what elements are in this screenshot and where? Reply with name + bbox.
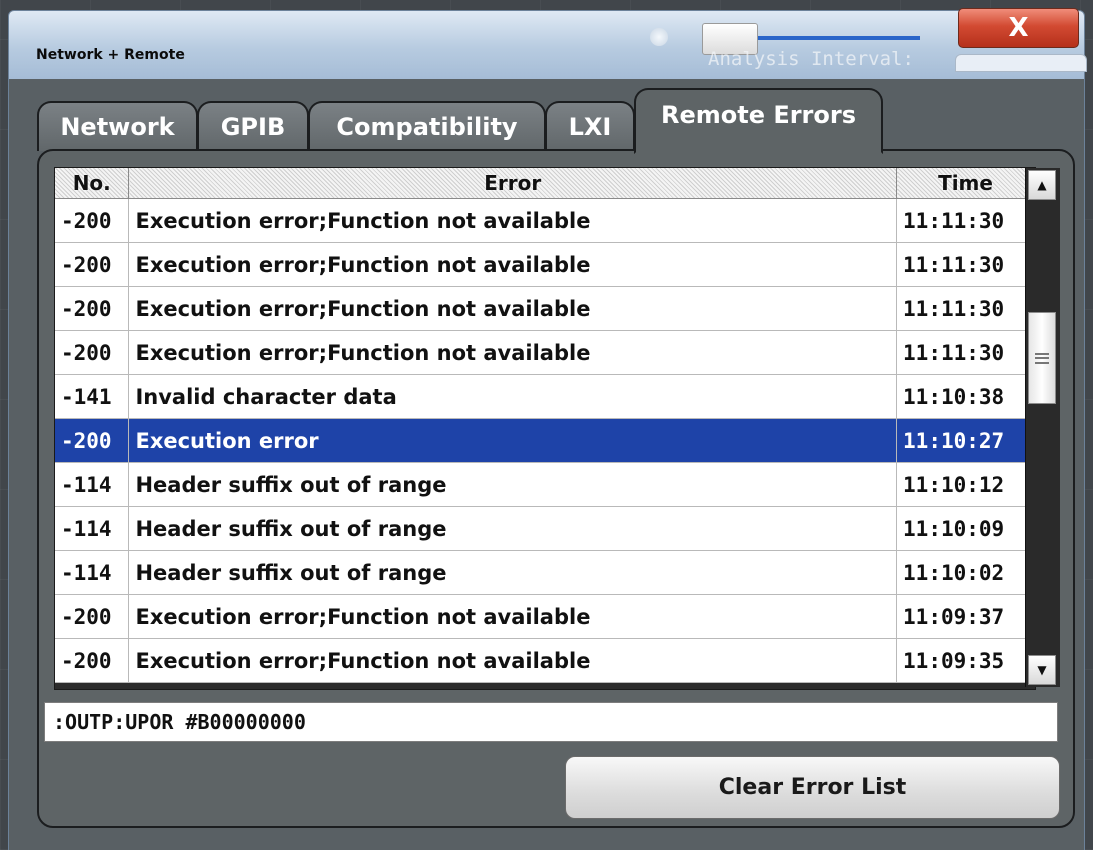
table-row[interactable]: -200 Execution error;Function not availa… — [55, 594, 1035, 639]
tab-label: Network — [60, 113, 175, 141]
error-description: Execution error;Function not available — [128, 242, 898, 287]
error-number: -114 — [55, 462, 130, 507]
error-description: Header suffix out of range — [128, 506, 898, 551]
error-time: 11:10:38 — [896, 374, 1035, 419]
table-row[interactable]: -114 Header suffix out of range 11:10:02 — [55, 550, 1035, 595]
error-description: Header suffix out of range — [128, 462, 898, 507]
table-row-selected[interactable]: -200 Execution error 11:10:27 — [55, 418, 1035, 463]
error-number: -200 — [55, 198, 130, 243]
error-time: 11:09:37 — [896, 594, 1035, 639]
error-time: 11:09:35 — [896, 638, 1035, 683]
error-number: -200 — [55, 330, 130, 375]
error-table: No. Error Time -200 Execution error;Func… — [54, 167, 1036, 690]
error-description: Execution error;Function not available — [128, 330, 898, 375]
network-remote-dialog: Network + Remote Analysis Interval: X Ne… — [0, 0, 1093, 850]
column-header-error[interactable]: Error — [128, 168, 898, 199]
error-number: -200 — [55, 418, 130, 463]
background-analysis-interval-label: Analysis Interval: — [708, 48, 914, 70]
tab-lxi[interactable]: LXI — [545, 101, 635, 151]
clear-error-list-button[interactable]: Clear Error List — [565, 756, 1060, 819]
error-time: 11:11:30 — [896, 330, 1035, 375]
error-description: Execution error;Function not available — [128, 594, 898, 639]
table-row[interactable]: -141 Invalid character data 11:10:38 — [55, 374, 1035, 419]
title-bar[interactable]: Network + Remote — [8, 10, 1085, 80]
tab-remote-errors[interactable]: Remote Errors — [634, 88, 883, 154]
error-number: -114 — [55, 550, 130, 595]
column-header-no[interactable]: No. — [55, 168, 130, 199]
error-number: -200 — [55, 286, 130, 331]
arrow-down-icon: ▼ — [1037, 663, 1047, 677]
error-time: 11:11:30 — [896, 198, 1035, 243]
tab-label: GPIB — [220, 113, 286, 141]
background-slider — [650, 23, 920, 55]
tab-network[interactable]: Network — [37, 101, 198, 151]
scroll-down-button[interactable]: ▼ — [1028, 655, 1056, 685]
error-time: 11:10:12 — [896, 462, 1035, 507]
column-header-time[interactable]: Time — [896, 168, 1035, 199]
close-button[interactable]: X — [958, 8, 1079, 48]
error-number: -200 — [55, 594, 130, 639]
error-time: 11:11:30 — [896, 242, 1035, 287]
tab-label: Remote Errors — [660, 101, 857, 129]
error-table-scrollbar[interactable]: ▲ ▼ — [1025, 168, 1060, 687]
error-time: 11:10:27 — [896, 418, 1035, 463]
tab-gpib[interactable]: GPIB — [197, 101, 309, 151]
arrow-up-icon: ▲ — [1037, 178, 1047, 192]
tab-label: LXI — [568, 113, 612, 141]
grip-icon — [1035, 352, 1049, 364]
last-command-field: :OUTP:UPOR #B00000000 — [44, 702, 1058, 742]
close-icon: X — [1008, 13, 1029, 43]
error-number: -141 — [55, 374, 130, 419]
tab-compatibility[interactable]: Compatibility — [308, 101, 546, 151]
error-time: 11:10:09 — [896, 506, 1035, 551]
scroll-up-button[interactable]: ▲ — [1028, 170, 1056, 200]
background-value-box — [955, 54, 1087, 72]
table-row[interactable]: -200 Execution error;Function not availa… — [55, 286, 1035, 331]
tab-label: Compatibility — [336, 113, 518, 141]
scrollbar-thumb[interactable] — [1028, 312, 1056, 404]
background-indicator — [650, 28, 668, 46]
error-time: 11:10:02 — [896, 550, 1035, 595]
error-number: -200 — [55, 638, 130, 683]
error-description: Header suffix out of range — [128, 550, 898, 595]
error-number: -114 — [55, 506, 130, 551]
error-description: Execution error;Function not available — [128, 286, 898, 331]
error-description: Execution error;Function not available — [128, 198, 898, 243]
error-description: Execution error;Function not available — [128, 638, 898, 683]
table-row[interactable]: -200 Execution error;Function not availa… — [55, 242, 1035, 287]
table-row[interactable]: -200 Execution error;Function not availa… — [55, 330, 1035, 375]
error-description: Execution error — [128, 418, 898, 463]
table-row[interactable]: -114 Header suffix out of range 11:10:09 — [55, 506, 1035, 551]
error-number: -200 — [55, 242, 130, 287]
table-row[interactable]: -200 Execution error;Function not availa… — [55, 638, 1035, 683]
error-time: 11:11:30 — [896, 286, 1035, 331]
window-title: Network + Remote — [36, 47, 185, 63]
table-header-row: No. Error Time — [55, 168, 1035, 199]
error-description: Invalid character data — [128, 374, 898, 419]
table-row[interactable]: -114 Header suffix out of range 11:10:12 — [55, 462, 1035, 507]
table-row[interactable]: -200 Execution error;Function not availa… — [55, 198, 1035, 243]
